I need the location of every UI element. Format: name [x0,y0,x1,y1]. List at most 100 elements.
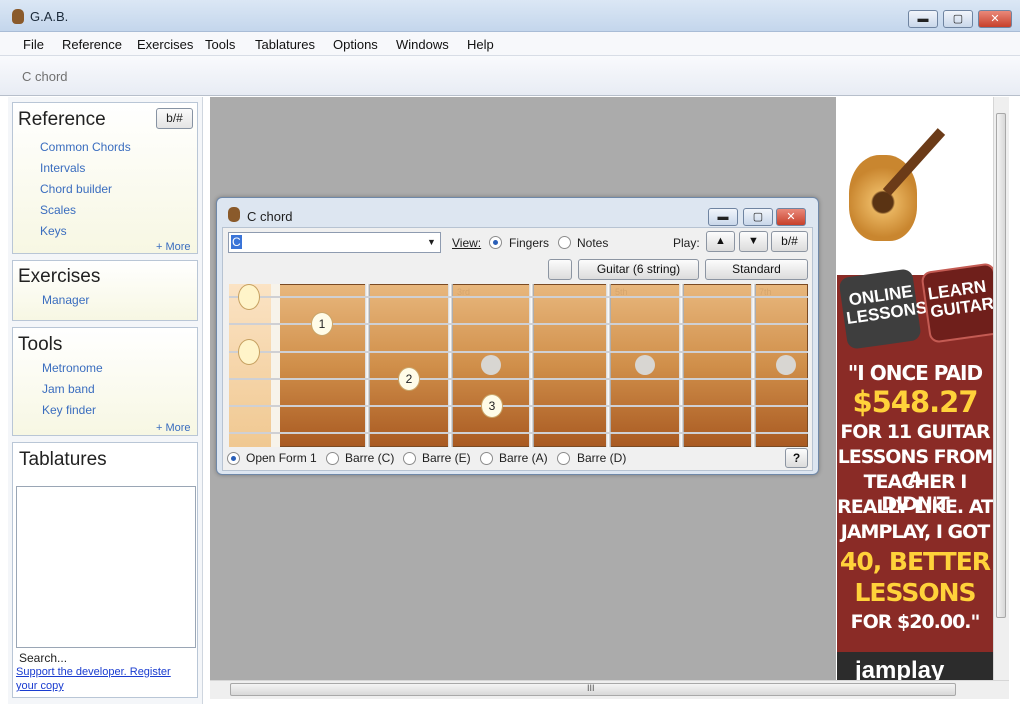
guitar-string [229,296,808,298]
chord-maximize-button[interactable]: ▢ [743,208,773,226]
ad-line: 40, BETTER [839,547,991,576]
menu-tools[interactable]: Tools [205,37,235,52]
guitar-app-icon [12,9,24,24]
tablature-search-input[interactable]: Search... [19,651,67,665]
ad-line: FOR $20.00." [850,611,981,633]
fret-inlay [776,355,796,375]
instrument-button[interactable]: Guitar (6 string) [578,259,699,280]
menu-file[interactable]: File [23,37,44,52]
reference-title: Reference [18,109,106,130]
fret-label-3rd: 3rd [457,287,471,297]
document-tab-label[interactable]: C chord [22,69,68,84]
chord-window-title: C chord [247,209,293,224]
title-bar[interactable] [0,0,1020,32]
exercises-title: Exercises [18,266,101,287]
fret-line [448,284,453,447]
fret-inlay [635,355,655,375]
fret-label-7th: 7th [759,287,772,297]
advertisement-banner[interactable]: ONLINE LESSONS LEARN GUITAR "I ONCE PAID… [837,97,993,680]
ad-guitar-image [837,97,993,275]
fret-line [751,284,756,447]
tablatures-list[interactable] [16,486,196,648]
fret-label-5th: 5th [615,287,628,297]
finger-marker-1: 1 [311,312,333,336]
vertical-scroll-thumb[interactable] [996,113,1006,618]
chord-close-button[interactable]: ✕ [776,208,806,226]
menu-options[interactable]: Options [333,37,378,52]
print-icon[interactable] [548,259,572,280]
form-barre-e-label[interactable]: Barre (E) [422,451,471,465]
view-label: View: [452,236,482,250]
link-chord-builder[interactable]: Chord builder [40,182,112,196]
form-barre-a-radio[interactable] [480,452,493,465]
form-barre-e-radio[interactable] [403,452,416,465]
form-barre-d-radio[interactable] [557,452,570,465]
form-barre-a-label[interactable]: Barre (A) [499,451,548,465]
menu-windows[interactable]: Windows [396,37,449,52]
fret-inlay [481,355,501,375]
link-jam-band[interactable]: Jam band [42,382,95,396]
guitar-string [229,351,808,353]
view-notes-label[interactable]: Notes [577,236,608,250]
scroll-grip: III [587,683,595,693]
finger-marker-2: 2 [398,367,420,391]
fret-line [365,284,370,447]
maximize-button[interactable]: ▢ [943,10,973,28]
guitar-string [229,405,808,407]
form-barre-c-radio[interactable] [326,452,339,465]
help-button[interactable]: ? [785,448,808,468]
link-scales[interactable]: Scales [40,203,76,217]
ad-line: REALLY LIKE. AT [837,496,993,518]
form-open1-label[interactable]: Open Form 1 [246,451,317,465]
guitar-string [229,378,808,380]
finger-marker-3: 3 [481,394,503,418]
nut [271,284,280,447]
ad-line: "I ONCE PAID [847,361,983,385]
link-manager[interactable]: Manager [42,293,89,307]
app-title: G.A.B. [30,9,69,24]
tools-more-link[interactable]: + More [156,422,191,434]
minimize-button[interactable]: ▬ [908,10,938,28]
chord-accidental-button[interactable]: b/# [771,231,808,252]
chord-select[interactable] [228,232,441,253]
link-metronome[interactable]: Metronome [42,361,103,375]
guitar-icon [228,207,240,222]
form-barre-d-label[interactable]: Barre (D) [577,451,626,465]
fret-line [606,284,611,447]
form-barre-c-label[interactable]: Barre (C) [345,451,394,465]
play-down-button[interactable]: ▼ [739,231,768,252]
menu-reference[interactable]: Reference [62,37,122,52]
ad-line: LESSONS [854,578,976,607]
play-label: Play: [673,236,700,250]
link-intervals[interactable]: Intervals [40,161,85,175]
tablatures-title: Tablatures [19,449,107,470]
fret-line [529,284,534,447]
register-link[interactable]: Support the developer. Register your cop… [16,665,181,693]
form-open1-radio[interactable] [227,452,240,465]
accidental-toggle-button[interactable]: b/# [156,108,193,129]
chord-minimize-button[interactable]: ▬ [708,208,738,226]
chord-select-value: C [231,235,242,249]
view-notes-radio[interactable] [558,236,571,249]
menu-tablatures[interactable]: Tablatures [255,37,315,52]
ad-line: $548.27 [852,385,978,419]
fretboard[interactable] [229,284,808,447]
link-key-finder[interactable]: Key finder [42,403,96,417]
menu-exercises[interactable]: Exercises [137,37,193,52]
reference-more-link[interactable]: + More [156,241,191,253]
view-fingers-radio[interactable] [489,236,502,249]
tuning-button[interactable]: Standard [705,259,808,280]
open-string-marker [238,339,260,365]
view-fingers-label[interactable]: Fingers [509,236,549,250]
link-common-chords[interactable]: Common Chords [40,140,131,154]
chevron-down-icon[interactable]: ▼ [427,237,436,247]
open-string-marker [238,284,260,310]
ad-line: JAMPLAY, I GOT [840,521,990,543]
close-button[interactable]: ✕ [978,10,1012,28]
link-keys[interactable]: Keys [40,224,67,238]
toolbar [0,56,1020,96]
tools-title: Tools [18,334,63,355]
play-up-button[interactable]: ▲ [706,231,735,252]
menu-help[interactable]: Help [467,37,494,52]
ad-line: FOR 11 GUITAR [840,421,990,443]
